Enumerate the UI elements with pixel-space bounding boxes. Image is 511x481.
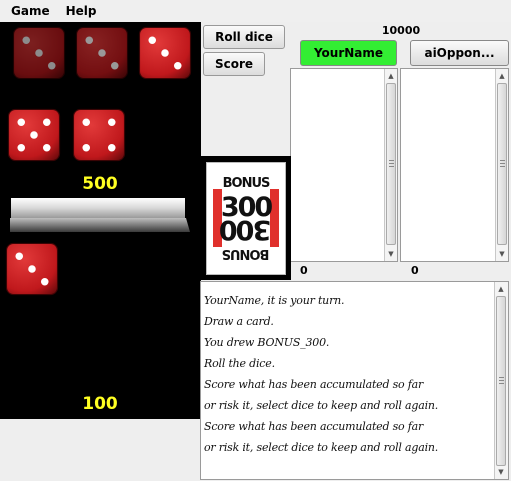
die-pip xyxy=(82,143,91,152)
dice-table: 500 100 xyxy=(0,22,201,419)
player-score-ai: 0 xyxy=(411,264,419,277)
die-pip xyxy=(30,131,38,139)
die-face-icon xyxy=(75,26,129,80)
target-score: 10000 xyxy=(381,24,421,37)
die-pip xyxy=(15,252,24,261)
die-face-icon xyxy=(5,242,59,296)
score-button[interactable]: Score xyxy=(203,52,265,76)
scroll-down-icon[interactable]: ▼ xyxy=(386,249,396,259)
kept-die-3[interactable] xyxy=(136,24,194,82)
log-line: Draw a card. xyxy=(204,315,274,328)
kept-die-2[interactable] xyxy=(73,24,131,82)
log-line: YourName, it is your turn. xyxy=(204,294,345,307)
die-face-icon xyxy=(138,26,192,80)
log-line: or risk it, select dice to keep and roll… xyxy=(204,399,439,412)
scrollbar-ai[interactable]: ▲ ▼ xyxy=(495,69,508,261)
game-window: Game Help 500 100 Roll dice Score 10000 … xyxy=(0,0,511,481)
scroll-up-icon[interactable]: ▲ xyxy=(496,284,506,294)
log-line: You drew BONUS_300. xyxy=(204,336,330,349)
log-line: Score what has been accumulated so far xyxy=(204,420,424,433)
scroll-down-icon[interactable]: ▼ xyxy=(496,467,506,477)
bonus-card[interactable]: BONUS 300 BONUS 300 xyxy=(206,162,286,275)
rolled-die[interactable] xyxy=(3,240,61,298)
player-list-yourname[interactable]: ▲ ▼ xyxy=(290,68,398,262)
roll-dice-button[interactable]: Roll dice xyxy=(203,25,285,49)
round-score: 500 xyxy=(82,174,118,194)
die-face-icon xyxy=(12,26,66,80)
scrollbar-yourname[interactable]: ▲ ▼ xyxy=(384,69,397,261)
log-line: Score what has been accumulated so far xyxy=(204,378,424,391)
die-pip xyxy=(40,277,49,286)
game-log-lines: YourName, it is your turn. Draw a card. Yo… xyxy=(204,290,494,458)
bonus-card-art: BONUS 300 BONUS 300 xyxy=(213,176,279,261)
die-face-icon xyxy=(72,108,126,162)
bonus-die-1[interactable] xyxy=(5,106,63,164)
player-list-ai[interactable]: ▲ ▼ xyxy=(400,68,509,262)
svg-text:300: 300 xyxy=(220,214,272,245)
svg-text:BONUS: BONUS xyxy=(223,176,270,191)
die-pip xyxy=(107,118,116,127)
player-name-ai[interactable]: aiOppon... xyxy=(410,40,509,66)
die-pip xyxy=(98,49,106,57)
scroll-thumb[interactable] xyxy=(496,296,506,466)
scroll-down-icon[interactable]: ▼ xyxy=(497,249,507,259)
die-pip xyxy=(85,36,94,45)
die-pip xyxy=(28,265,36,273)
die-pip xyxy=(173,61,182,70)
die-pip xyxy=(35,49,43,57)
turn-score: 100 xyxy=(82,394,118,414)
die-pip xyxy=(42,118,51,127)
die-pip xyxy=(82,118,91,127)
player-name-yourname[interactable]: YourName xyxy=(300,40,397,66)
die-pip xyxy=(42,143,51,152)
menu-bar: Game Help xyxy=(0,0,511,22)
scroll-thumb[interactable] xyxy=(497,83,507,245)
die-face-icon xyxy=(7,108,61,162)
svg-text:BONUS: BONUS xyxy=(222,246,269,261)
kept-die-1[interactable] xyxy=(10,24,68,82)
scrollbar-log[interactable]: ▲ ▼ xyxy=(494,282,508,479)
die-pip xyxy=(107,143,116,152)
die-pip xyxy=(110,61,119,70)
player-score-yourname: 0 xyxy=(300,264,308,277)
scroll-up-icon[interactable]: ▲ xyxy=(497,71,507,81)
bonus-die-2[interactable] xyxy=(70,106,128,164)
die-pip xyxy=(17,118,26,127)
die-pip xyxy=(17,143,26,152)
log-line: Roll the dice. xyxy=(204,357,275,370)
die-pip xyxy=(22,36,31,45)
menu-game[interactable]: Game xyxy=(3,4,58,18)
dice-shelf xyxy=(10,198,190,232)
die-pip xyxy=(148,36,157,45)
die-pip xyxy=(161,49,169,57)
scroll-up-icon[interactable]: ▲ xyxy=(386,71,396,81)
scroll-thumb[interactable] xyxy=(386,83,396,245)
game-log[interactable]: YourName, it is your turn. Draw a card. Yo… xyxy=(200,281,509,480)
menu-help[interactable]: Help xyxy=(58,4,105,18)
log-line: or risk it, select dice to keep and roll… xyxy=(204,441,439,454)
die-pip xyxy=(47,61,56,70)
